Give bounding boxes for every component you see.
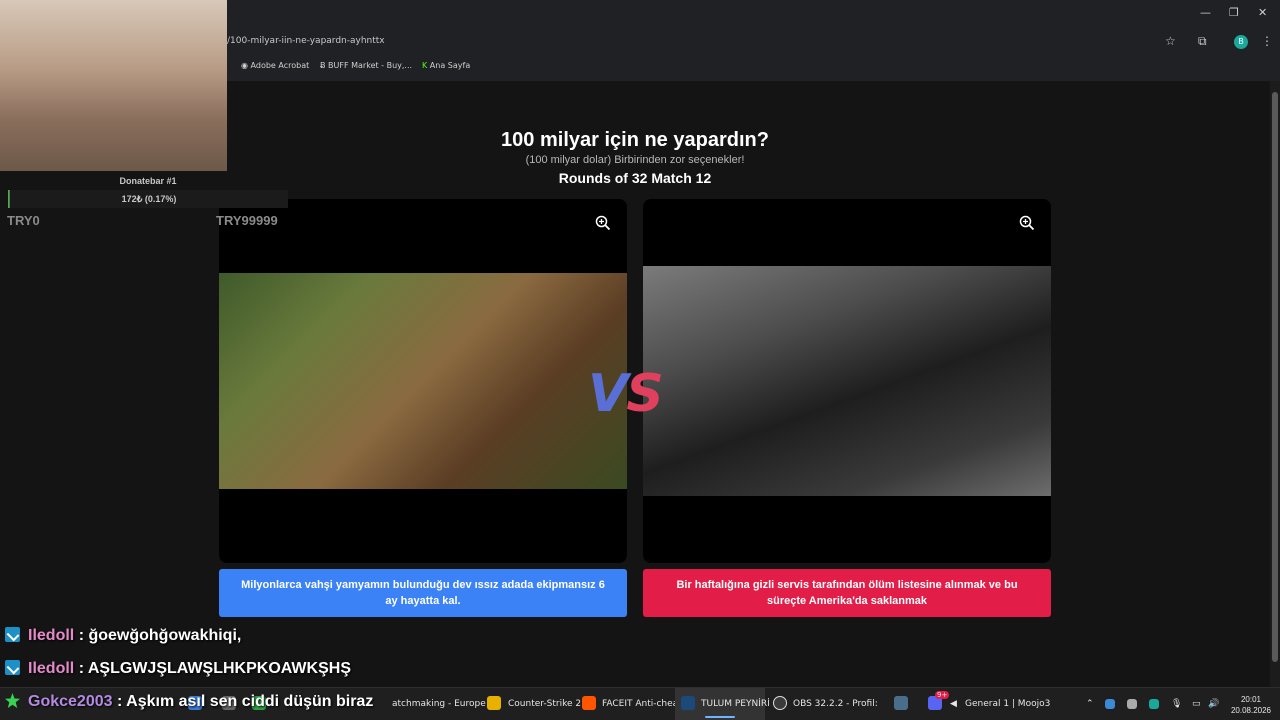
- chat-username: Gokce2003: [28, 693, 113, 710]
- display-icon[interactable]: ▭: [1192, 699, 1201, 709]
- scrollbar-thumb[interactable]: [1272, 92, 1278, 662]
- chat-username: Iledoll: [28, 627, 75, 644]
- tray-icon[interactable]: [1149, 699, 1159, 709]
- discord-badge: 9+: [935, 691, 950, 699]
- menu-icon[interactable]: ⋮: [1261, 34, 1273, 48]
- donatebar-value: 172₺ (0.17%): [121, 194, 177, 204]
- taskbar-item-matchmaking[interactable]: atchmaking - Europe: [392, 699, 486, 709]
- chat-text: : ğoewğohğowakhiqi,: [78, 627, 242, 644]
- goal-min: TRY0: [7, 213, 40, 228]
- taskbar-item-obs[interactable]: OBS 32.2.2 - Profil: İsimsiz: [793, 699, 881, 709]
- tray-icon[interactable]: [1127, 699, 1137, 709]
- buff-icon: Ƀ: [320, 61, 329, 70]
- chat-text: : Aşkım asıl sen ciddi düşün biraz: [116, 693, 374, 710]
- close-icon[interactable]: ✕: [1258, 6, 1267, 19]
- chat-username: Iledoll: [28, 660, 75, 677]
- choice-button-left[interactable]: Milyonlarca vahşi yamyamın bulunduğu dev…: [219, 569, 627, 617]
- chat-message: Iledoll : AŞLGWJŞLAWŞLHKPKOAWKŞHŞ: [5, 660, 351, 678]
- bookmark-ana-sayfa[interactable]: K Ana Sayfa: [422, 61, 470, 70]
- active-indicator: [705, 716, 735, 718]
- volume-icon[interactable]: 🔊: [1208, 699, 1219, 709]
- steam-icon[interactable]: [681, 696, 695, 710]
- donatebar-label: Donatebar #1: [119, 176, 177, 186]
- moderator-badge-icon: [5, 627, 20, 642]
- bookmark-adobe-acrobat[interactable]: ◉ Adobe Acrobat: [241, 61, 309, 70]
- restore-icon[interactable]: ❐: [1229, 6, 1239, 19]
- zoom-in-icon[interactable]: [595, 215, 611, 231]
- k-logo-icon: K: [422, 61, 430, 70]
- chevron-up-icon[interactable]: ⌃: [1086, 699, 1094, 709]
- app-icon[interactable]: [894, 696, 908, 710]
- chat-message: Gokce2003 : Aşkım asıl sen ciddi düşün b…: [5, 693, 373, 711]
- chat-text: : AŞLGWJŞLAWŞLHKPKOAWKŞHŞ: [78, 660, 351, 677]
- vs-letter-v: V: [588, 364, 628, 424]
- globe-icon: ◉: [241, 61, 251, 70]
- taskbar-item-counter-strike[interactable]: Counter-Strike 2: [508, 699, 581, 709]
- taskbar-item-discord[interactable]: General 1 | Moojo3: [965, 699, 1050, 709]
- webcam-feed: [0, 0, 227, 171]
- choice-image-motorcade[interactable]: [643, 266, 1051, 496]
- counter-strike-icon[interactable]: [487, 696, 501, 710]
- choice-button-right[interactable]: Bir haftalığına gizli servis tarafından …: [643, 569, 1051, 617]
- moderator-badge-icon: [5, 660, 20, 675]
- choice-image-tribe[interactable]: [219, 273, 627, 489]
- profile-avatar[interactable]: B: [1234, 35, 1248, 49]
- goal-max: TRY99999: [216, 213, 278, 228]
- choice-card-right[interactable]: [643, 199, 1051, 563]
- microphone-icon[interactable]: 🎙: [1171, 699, 1182, 709]
- taskbar-item-faceit[interactable]: FACEIT Anti-cheat: [602, 699, 682, 709]
- speaker-icon: ◀: [950, 699, 957, 709]
- extensions-icon[interactable]: ⧉: [1198, 34, 1207, 49]
- bookmark-buff-market[interactable]: Ƀ BUFF Market - Buy,...: [320, 61, 412, 70]
- chat-message: Iledoll : ğoewğohğowakhiqi,: [5, 627, 241, 645]
- taskbar-item-tulum-peyniri[interactable]: TULUM PEYNİRİ: [701, 699, 770, 709]
- clock-time: 20:01: [1240, 695, 1262, 704]
- obs-icon[interactable]: [773, 696, 787, 710]
- star-badge-icon: [5, 693, 20, 708]
- system-clock[interactable]: 20:01 20.08.2026: [1228, 694, 1274, 716]
- url-text[interactable]: /100-milyar-iin-ne-yapardn-ayhnttx: [227, 36, 385, 46]
- donatebar: 172₺ (0.17%): [8, 190, 288, 208]
- tray-icon[interactable]: [1105, 699, 1115, 709]
- versus-label: VS: [588, 364, 664, 424]
- minimize-icon[interactable]: —: [1200, 6, 1211, 19]
- vs-letter-s: S: [626, 364, 663, 424]
- choice-card-left[interactable]: [219, 199, 627, 563]
- bookmark-star-icon[interactable]: ☆: [1165, 34, 1176, 48]
- faceit-icon[interactable]: [582, 696, 596, 710]
- clock-date: 20.08.2026: [1230, 706, 1272, 715]
- screen: — ❐ ✕ /100-milyar-iin-ne-yapardn-ayhnttx…: [0, 0, 1280, 720]
- zoom-in-icon[interactable]: [1019, 215, 1035, 231]
